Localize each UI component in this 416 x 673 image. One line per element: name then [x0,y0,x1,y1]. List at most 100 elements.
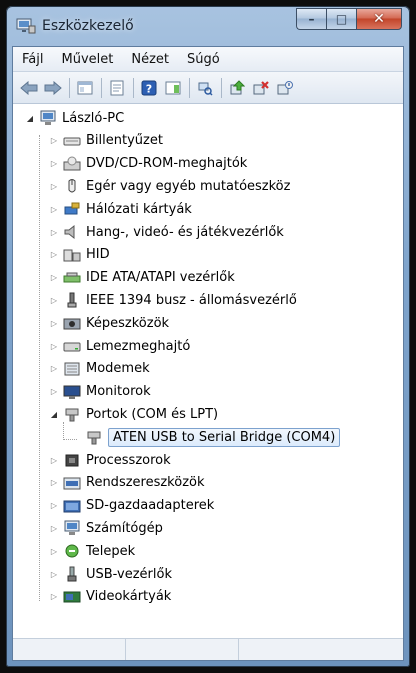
sd-host-icon [63,500,81,513]
tree-category-node[interactable]: ▷ Processzorok [49,449,171,471]
processor-icon [65,454,79,467]
expand-arrow-icon[interactable]: ▷ [49,523,59,533]
scan-hardware-button[interactable] [195,78,215,98]
battery-icon [65,544,79,558]
tree-node-label: Portok (COM és LPT) [86,406,219,422]
expand-arrow-icon[interactable]: ▷ [49,181,59,191]
tree-category-node[interactable]: ▷ Monitorok [49,381,151,403]
menu-file[interactable]: Fájl [13,52,52,67]
toolbar-separator [133,77,134,98]
update-driver-button[interactable] [227,78,247,98]
tree-category-node[interactable]: ▷ IDE ATA/ATAPI vezérlők [49,267,235,289]
status-cell [126,639,239,660]
tree-root-node[interactable]: ◢ László-PC [25,107,124,129]
expand-arrow-icon[interactable]: ▷ [49,318,59,328]
expand-arrow-icon[interactable]: ▷ [49,364,59,374]
menu-view[interactable]: Nézet [122,52,178,67]
tree-category-node[interactable]: ▷ Számítógép [49,517,163,539]
close-button[interactable]: ✕ [356,8,402,30]
maximize-button[interactable]: □ [326,8,356,30]
tree-category-node[interactable]: ▷ Rendszereszközök [49,472,205,494]
collapse-arrow-icon[interactable]: ◢ [25,113,35,123]
keyboard-icon [63,137,81,146]
tree-category-node[interactable]: ▷ Videokártyák [49,586,171,608]
expand-arrow-icon[interactable]: ▷ [49,341,59,351]
console-tree-button[interactable] [75,78,95,98]
expand-arrow-icon[interactable]: ▷ [49,227,59,237]
tree-node-label: Képeszközök [86,315,170,331]
expand-arrow-icon[interactable]: ▷ [49,250,59,260]
back-button[interactable] [19,78,39,98]
expand-arrow-icon[interactable]: ▷ [49,455,59,465]
tree-category-node[interactable]: ▷ USB-vezérlők [49,563,172,585]
back-arrow-icon [20,80,38,95]
tree-node-label: SD-gazdaadapterek [86,498,215,514]
expand-arrow-icon[interactable]: ▷ [49,387,59,397]
tree-category-node[interactable]: ▷ Egér vagy egyéb mutatóeszköz [49,175,291,197]
menu-action[interactable]: Művelet [52,52,122,67]
action-pane-button[interactable] [163,78,183,98]
menu-bar: Fájl Művelet Nézet Súgó [13,47,403,72]
forward-button[interactable] [43,78,63,98]
minimize-button[interactable]: – [296,8,326,30]
menu-help[interactable]: Súgó [178,52,229,67]
device-tree[interactable]: ◢ László-PC ▷ Billentyűzet ▷ DVD/CD-ROM-meg… [13,105,403,638]
tree-category-node[interactable]: ▷ IEEE 1394 busz - állomásvezérlő [49,289,297,311]
tree-category-node[interactable]: ▷ SD-gazdaadapterek [49,495,214,517]
close-icon: ✕ [373,11,385,27]
expand-arrow-icon[interactable]: ▷ [49,136,59,146]
window-title: Eszközkezelő [42,18,134,34]
expand-arrow-icon[interactable]: ▷ [49,501,59,511]
tree-guide-line [63,439,77,440]
console-tree-icon [77,81,93,94]
port-icon [87,431,101,445]
maximize-icon: □ [335,12,348,26]
expand-arrow-icon[interactable]: ▷ [49,204,59,214]
tree-category-node[interactable]: ▷ Hang-, videó- és játékvezérlők [49,221,284,243]
tree-node-label: Billentyűzet [86,133,163,149]
disable-button[interactable] [275,78,295,98]
port-icon [65,408,79,422]
tree-category-node[interactable]: ▷ Lemezmeghajtó [49,335,190,357]
expand-arrow-icon[interactable]: ▷ [49,592,59,602]
expand-arrow-icon[interactable]: ▷ [49,546,59,556]
modem-icon [64,362,80,376]
title-bar[interactable]: Eszközkezelő – □ ✕ [6,6,410,46]
tree-category-node[interactable]: ▷ Telepek [49,540,135,562]
tree-node-label: Processzorok [86,452,171,468]
toolbar-separator [189,77,190,98]
tree-category-node[interactable]: ▷ Modemek [49,358,150,380]
toolbar-separator [221,77,222,98]
tree-node-label: IDE ATA/ATAPI vezérlők [86,270,235,286]
status-bar [13,638,403,660]
tree-category-node[interactable]: ▷ Hálózati kártyák [49,198,192,220]
usb-icon [67,566,77,582]
forward-arrow-icon [44,80,62,95]
tree-category-node[interactable]: ▷ Képeszközök [49,312,169,334]
expand-arrow-icon[interactable]: ▷ [49,478,59,488]
device-manager-window: Eszközkezelő – □ ✕ Fájl Művelet Nézet Sú… [6,6,410,667]
disk-drive-icon [63,342,81,352]
tree-node-label: HID [86,247,110,263]
expand-arrow-icon[interactable]: ▷ [49,273,59,283]
tree-node-label: Telepek [86,543,136,559]
expand-arrow-icon[interactable]: ▷ [49,295,59,305]
expand-arrow-icon[interactable]: ▷ [49,159,59,169]
help-button[interactable]: ? [139,78,159,98]
action-pane-icon [165,81,181,94]
update-driver-icon [230,79,245,94]
properties-button[interactable] [107,78,127,98]
expand-arrow-icon[interactable]: ▷ [49,569,59,579]
tree-node-label: Lemezmeghajtó [86,338,191,354]
tree-child-node[interactable]: ATEN USB to Serial Bridge (COM4) [85,426,341,448]
tree-category-node[interactable]: ▷ Billentyűzet [49,130,163,152]
device-manager-icon [16,18,36,34]
help-icon: ? [141,80,157,95]
tree-guide-line [39,135,40,601]
collapse-arrow-icon[interactable]: ◢ [49,409,59,419]
tree-category-node[interactable]: ▷ HID [49,244,110,266]
tree-node-label: Modemek [86,361,150,377]
tree-category-node[interactable]: ◢ Portok (COM és LPT) [49,403,218,425]
tree-category-node[interactable]: ▷ DVD/CD-ROM-meghajtók [49,153,247,175]
uninstall-button[interactable] [251,78,271,98]
